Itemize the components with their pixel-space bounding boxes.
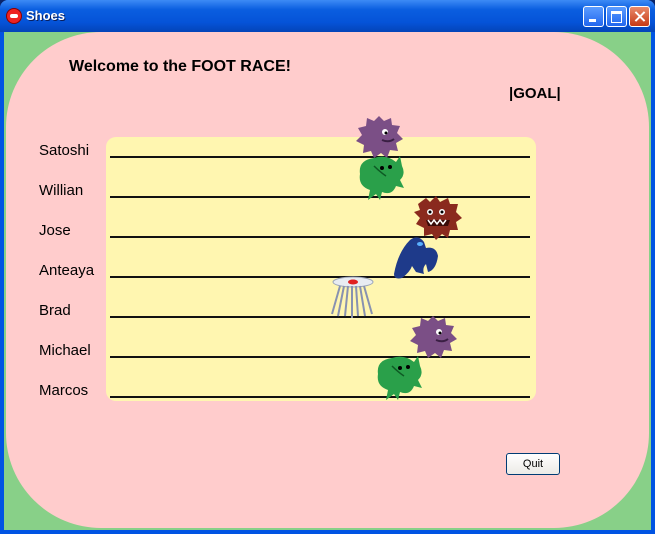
green-blob-monster-icon	[377, 356, 422, 400]
minimize-button[interactable]	[583, 6, 604, 27]
racer-name: Marcos	[39, 382, 89, 399]
jellyfish-icon	[331, 276, 374, 318]
lane-line	[110, 276, 530, 278]
racer-name: Michael	[39, 342, 91, 359]
shoes-app-icon[interactable]	[6, 8, 22, 24]
client-area: Welcome to the FOOT RACE! |GOAL| Satoshi…	[4, 32, 651, 530]
lane-line	[110, 396, 530, 398]
window-title: Shoes	[26, 8, 66, 23]
close-button[interactable]	[629, 6, 650, 27]
racer-name: Brad	[39, 302, 71, 319]
lane-line	[110, 356, 530, 358]
app-window: Shoes Welcome to the FOOT RACE! |GOAL| S…	[0, 0, 655, 534]
racer-name: Willian	[39, 182, 84, 199]
maximize-button[interactable]	[606, 6, 627, 27]
lane-line	[110, 156, 530, 158]
quit-button[interactable]: Quit	[506, 453, 560, 475]
lane-line	[110, 316, 530, 318]
green-blob-monster-icon	[359, 156, 404, 200]
lane-line	[110, 236, 530, 238]
racer-name: Satoshi	[39, 142, 90, 159]
race-track	[106, 137, 536, 401]
lane-line	[110, 196, 530, 198]
page-title: Welcome to the FOOT RACE!	[69, 58, 291, 75]
blue-creature-icon	[394, 237, 438, 279]
title-bar[interactable]: Shoes	[0, 0, 655, 32]
racer-name: Jose	[39, 222, 71, 239]
goal-label: |GOAL|	[509, 85, 561, 102]
racer-name: Anteaya	[39, 262, 95, 279]
